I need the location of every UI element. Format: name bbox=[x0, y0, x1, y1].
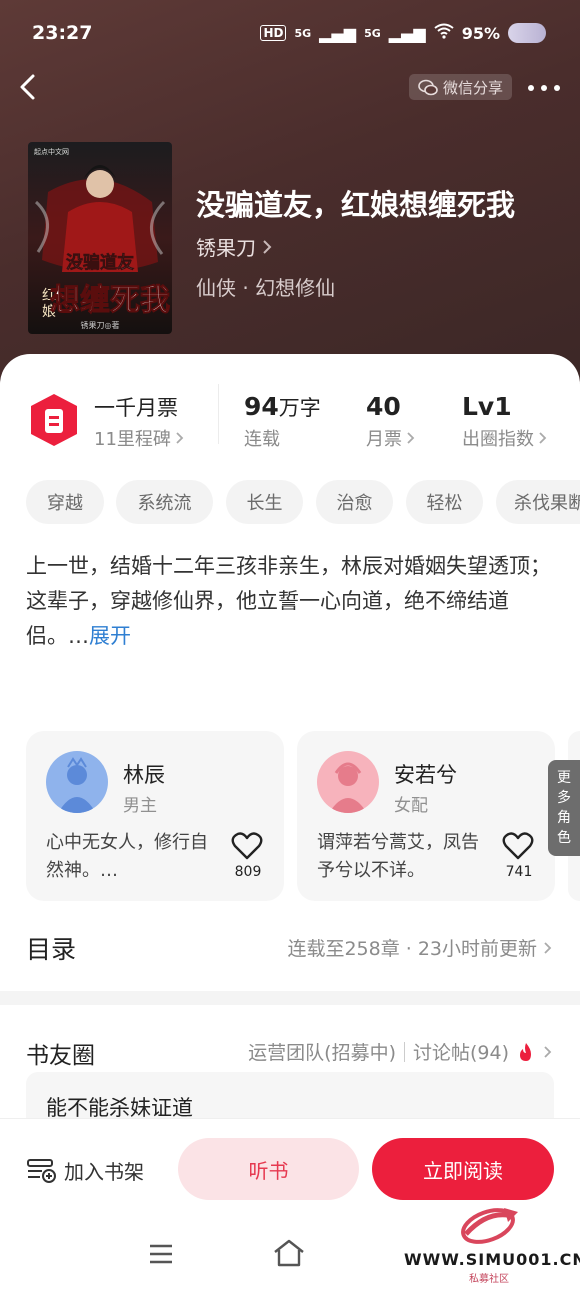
character-desc: 心中无女人，修行自然神。… bbox=[46, 832, 208, 881]
character-card[interactable]: 安若兮 女配 谓萍若兮蒿艾，凤告予兮以不详。 741 bbox=[297, 731, 555, 901]
book-title: 没骗道友，红娘想缠死我 bbox=[196, 188, 516, 222]
like-count: 809 bbox=[234, 864, 262, 880]
signal-5g-icon-2: 5G bbox=[364, 26, 381, 40]
ticket-milestone-link[interactable]: 11里程碑 bbox=[94, 425, 184, 451]
tag-chip[interactable]: 系统流 bbox=[116, 480, 213, 524]
nav-menu-icon[interactable] bbox=[148, 1243, 174, 1265]
ops-team-link[interactable]: 运营团队(招募中) bbox=[248, 1038, 396, 1065]
wechat-share-button[interactable]: 微信分享 bbox=[409, 74, 513, 100]
toc-update-info: 连载至258章 · 23小时前更新 bbox=[287, 938, 537, 960]
chevron-right-icon bbox=[407, 432, 415, 444]
author-name: 锈果刀 bbox=[196, 236, 256, 260]
heart-icon[interactable] bbox=[502, 831, 534, 861]
monthly-ticket-label: 月票 bbox=[366, 429, 402, 450]
watermark-sub: 私募社区 bbox=[469, 1274, 509, 1285]
toc-update-link[interactable]: 连载至258章 · 23小时前更新 bbox=[287, 934, 552, 961]
serial-status: 连载 bbox=[244, 429, 280, 450]
wechat-icon bbox=[418, 79, 438, 95]
add-to-shelf-button[interactable]: 加入书架 bbox=[26, 1155, 144, 1185]
listen-button[interactable]: 听书 bbox=[178, 1138, 359, 1200]
monthly-ticket-badge-icon[interactable] bbox=[28, 392, 80, 448]
discussion-posts-link[interactable]: 讨论帖(94) bbox=[413, 1038, 509, 1065]
book-genre[interactable]: 仙侠 · 幻想修仙 bbox=[196, 272, 335, 301]
avatar-battery-icon bbox=[508, 23, 546, 43]
expand-link[interactable]: 展开 bbox=[89, 624, 131, 648]
heart-icon[interactable] bbox=[231, 831, 263, 861]
character-name: 安若兮 bbox=[394, 763, 457, 787]
wifi-icon bbox=[434, 23, 454, 43]
tag-chip[interactable]: 长生 bbox=[226, 480, 303, 524]
book-cover[interactable]: 起点中文网 没骗道友 红 娘 想缠死我 锈果刀◎著 bbox=[28, 142, 172, 334]
back-button[interactable] bbox=[14, 70, 44, 104]
more-characters-button[interactable]: 更多角色 bbox=[548, 760, 580, 856]
character-avatar bbox=[317, 751, 379, 813]
popularity-link[interactable]: 出圈指数 bbox=[462, 425, 547, 451]
add-shelf-icon bbox=[27, 1159, 56, 1183]
nav-home-icon[interactable] bbox=[272, 1238, 306, 1268]
character-desc: 谓萍若兮蒿艾，凤告予兮以不详。 bbox=[317, 832, 479, 881]
cover-publisher: 起点中文网 bbox=[34, 147, 69, 156]
tag-chip[interactable]: 杀伐果断 bbox=[496, 480, 580, 524]
chevron-right-icon bbox=[544, 1045, 552, 1058]
chevron-right-icon bbox=[263, 239, 272, 254]
book-club-title: 书友圈 bbox=[26, 1043, 95, 1069]
hot-flame-icon bbox=[520, 1042, 531, 1061]
more-options-button[interactable] bbox=[524, 78, 564, 98]
tag-chip[interactable]: 治愈 bbox=[316, 480, 393, 524]
monthly-ticket-link[interactable]: 月票 bbox=[366, 425, 415, 451]
stats-divider bbox=[218, 384, 219, 444]
section-separator bbox=[0, 991, 580, 1005]
signal-bars-icon-2: ▂▄▆ bbox=[388, 23, 426, 43]
hd-icon: HD bbox=[260, 25, 287, 41]
chevron-right-icon bbox=[176, 432, 184, 444]
popularity-label: 出圈指数 bbox=[462, 429, 534, 450]
tag-chip[interactable]: 轻松 bbox=[406, 480, 483, 524]
ticket-milestone-sub: 11里程碑 bbox=[94, 429, 171, 450]
divider bbox=[403, 1041, 405, 1062]
author-link[interactable]: 锈果刀 bbox=[196, 232, 272, 261]
word-count: 94万字 bbox=[244, 392, 321, 421]
monthly-ticket-count: 40 bbox=[366, 392, 401, 421]
watermark-site: WWW.SIMU001.CN bbox=[404, 1250, 580, 1269]
character-role: 女配 bbox=[394, 796, 428, 816]
character-name: 林辰 bbox=[123, 763, 165, 787]
add-shelf-label: 加入书架 bbox=[64, 1159, 144, 1184]
status-time: 23:27 bbox=[32, 22, 93, 44]
signal-bars-icon: ▂▄▆ bbox=[319, 23, 357, 43]
toc-title[interactable]: 目录 bbox=[26, 930, 76, 966]
like-count: 741 bbox=[505, 864, 533, 880]
chevron-right-icon bbox=[539, 432, 547, 444]
svg-text:没骗道友: 没骗道友 bbox=[66, 252, 134, 273]
read-now-button[interactable]: 立即阅读 bbox=[372, 1138, 554, 1200]
character-card[interactable]: 林辰 男主 心中无女人，修行自然神。… 809 bbox=[26, 731, 284, 901]
ticket-milestone-title: 一千月票 bbox=[94, 396, 178, 420]
character-role: 男主 bbox=[123, 796, 157, 816]
cover-author: 锈果刀◎著 bbox=[81, 320, 120, 330]
book-description[interactable]: 上一世，结婚十二年三孩非亲生，林辰对婚姻失望透顶； 这辈子，穿越修仙界，他立誓一… bbox=[26, 549, 560, 654]
svg-text:想缠死我: 想缠死我 bbox=[50, 283, 170, 318]
book-club-links: 运营团队(招募中) 讨论帖(94) bbox=[248, 1038, 552, 1065]
battery-percent: 95% bbox=[461, 23, 500, 43]
signal-5g-icon: 5G bbox=[294, 26, 312, 40]
share-label: 微信分享 bbox=[443, 78, 504, 97]
character-avatar bbox=[46, 751, 108, 813]
popularity-level: Lv1 bbox=[462, 392, 512, 421]
chevron-right-icon bbox=[544, 941, 552, 954]
tag-chip[interactable]: 穿越 bbox=[26, 480, 104, 524]
status-icons: HD 5G ▂▄▆ 5G ▂▄▆ 95% bbox=[260, 18, 546, 48]
